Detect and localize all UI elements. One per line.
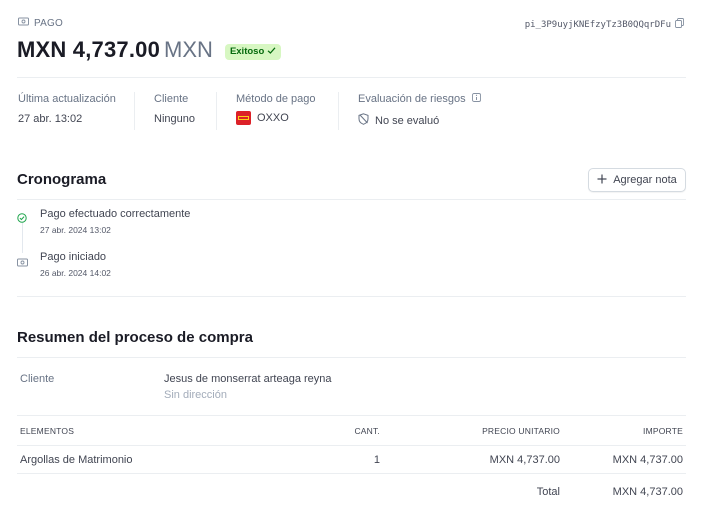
info-icon[interactable] [471,93,481,105]
check-icon [267,46,276,58]
copy-icon[interactable] [675,18,684,31]
checkout-customer-label: Cliente [20,373,55,385]
total-label: Total [536,486,560,498]
meta-payment-method-value[interactable]: OXXO [236,111,316,125]
checkout-customer-address: Sin dirección [164,389,227,401]
meta-last-update-value: 27 abr. 13:02 [18,113,83,125]
oxxo-logo-icon [236,111,251,125]
meta-risk-label-row: Evaluación de riesgos [358,93,481,105]
risk-value-text: No se evaluó [375,114,440,127]
timeline-title: Cronograma [17,171,107,188]
line-item-qty: 1 [373,454,380,466]
timeline-event-title: Pago efectuado correctamente [40,208,191,220]
timeline-event-title: Pago iniciado [40,251,107,263]
meta-risk-value: No se evaluó [358,113,481,128]
timeline-event-payment-icon [17,254,28,272]
divider [17,415,686,416]
add-note-label: Agregar nota [613,174,677,186]
column-header-items: ELEMENTOS [20,426,75,436]
status-badge-label: Exitoso [229,46,265,57]
timeline-event-date: 26 abr. 2024 14:02 [40,268,111,278]
divider [17,199,686,200]
line-item-name: Argollas de Matrimonio [20,454,133,466]
meta-risk-label: Evaluación de riesgos [358,93,466,105]
timeline-event-success-icon [17,210,27,228]
payment-icon [18,17,29,29]
meta-customer: Cliente Ninguno [154,93,195,125]
meta-separator [134,92,135,130]
line-item-amount: MXN 4,737.00 [612,454,683,466]
divider [17,445,686,446]
divider [17,296,686,297]
amount-row: MXN 4,737.00 MXN Exitoso [17,37,282,63]
line-item-unit-price: MXN 4,737.00 [489,454,560,466]
column-header-qty: CANT. [354,426,380,436]
payment-kind-label: PAGO [34,17,63,29]
meta-last-update: Última actualización 27 abr. 13:02 [18,93,116,125]
timeline-event: Pago efectuado correctamente 27 abr. 202… [40,208,190,235]
timeline-event-date: 27 abr. 2024 13:02 [40,225,111,235]
meta-customer-label: Cliente [154,93,189,105]
payment-id[interactable]: pi_3P9uyjKNEfzyTz3B0QQqrDFu [525,18,684,31]
payment-amount: MXN 4,737.00 [17,37,161,62]
meta-separator [338,92,339,130]
meta-risk: Evaluación de riesgos No se evaluó [358,93,481,128]
payment-id-text: pi_3P9uyjKNEfzyTz3B0QQqrDFu [524,19,671,30]
total-value: MXN 4,737.00 [612,486,683,498]
shield-icon [358,113,369,128]
payment-currency: MXN [164,37,213,62]
status-badge: Exitoso [224,43,282,60]
payment-method-name: OXXO [257,112,289,124]
column-header-amount: IMPORTE [643,426,683,436]
meta-customer-value: Ninguno [154,113,195,125]
checkout-customer-name: Jesus de monserrat arteaga reyna [164,373,332,385]
payment-kind: PAGO [18,17,63,29]
divider [17,473,686,474]
meta-separator [216,92,217,130]
meta-last-update-label: Última actualización [18,93,116,105]
divider [17,77,686,78]
column-header-unit-price: PRECIO UNITARIO [482,426,560,436]
divider [17,357,686,358]
meta-payment-method-label: Método de pago [236,93,316,105]
checkout-title: Resumen del proceso de compra [17,329,253,346]
timeline-event: Pago iniciado 26 abr. 2024 14:02 [40,251,111,278]
add-note-button[interactable]: Agregar nota [588,168,686,192]
plus-icon [597,174,607,187]
meta-payment-method: Método de pago OXXO [236,93,316,125]
table-row: Argollas de Matrimonio 1 MXN 4,737.00 MX… [0,454,708,470]
